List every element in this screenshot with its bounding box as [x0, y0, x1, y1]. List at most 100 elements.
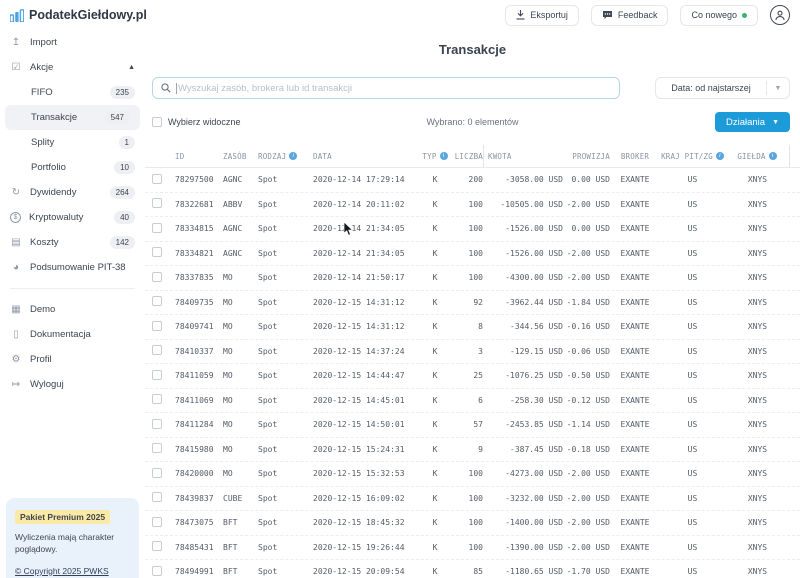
sidebar-item-transakcje[interactable]: Transakcje547 — [5, 105, 140, 130]
export-button[interactable]: Eksportuj — [505, 5, 579, 26]
transaction-row[interactable]: 78334821AGNCSpot2020-12-14 21:34:05K100-… — [145, 242, 800, 267]
transaction-row[interactable]: 78409741MOSpot2020-12-15 14:31:12K8-344.… — [145, 315, 800, 340]
row-checkbox[interactable] — [152, 345, 162, 355]
transaction-row[interactable]: 78337835MOSpot2020-12-14 21:50:17K100-43… — [145, 266, 800, 291]
transaction-row[interactable]: 78410337MOSpot2020-12-15 14:37:24K3-129.… — [145, 340, 800, 365]
cell-liczba: 92 — [445, 298, 483, 307]
cell-data: 2020-12-15 14:45:01 — [313, 396, 425, 405]
row-checkbox[interactable] — [152, 492, 162, 502]
cell-id: 78473075 — [175, 518, 223, 527]
row-checkbox[interactable] — [152, 247, 162, 257]
transaction-row[interactable]: 78334815AGNCSpot2020-12-14 21:34:05K100-… — [145, 217, 800, 242]
cell-rodzaj: Spot — [258, 371, 313, 380]
column-header-kraj-pit-zg[interactable]: KRAJ PIT/ZGi — [660, 145, 725, 167]
row-checkbox[interactable] — [152, 419, 162, 429]
column-header-rodzaj[interactable]: RODZAJi — [258, 145, 313, 167]
row-checkbox[interactable] — [152, 517, 162, 527]
cell-liczba: 85 — [445, 567, 483, 576]
row-checkbox[interactable] — [152, 198, 162, 208]
info-icon[interactable]: i — [716, 152, 724, 160]
search-box[interactable] — [152, 77, 620, 99]
sidebar-item-akcje[interactable]: ☑Akcje▲ — [0, 55, 145, 80]
sort-dropdown[interactable]: Data: od najstarszej ▼ — [655, 77, 790, 99]
copyright-link[interactable]: © Copyright 2025 PWKS — [15, 566, 109, 576]
cell-gie-da: XNYS — [725, 175, 790, 184]
column-header-liczba[interactable]: LICZBA — [445, 145, 483, 167]
cell-data: 2020-12-15 14:44:47 — [313, 371, 425, 380]
column-header-typ[interactable]: TYPi — [425, 145, 445, 167]
transaction-row[interactable]: 78411284MOSpot2020-12-15 14:50:01K57-245… — [145, 413, 800, 438]
feedback-button[interactable]: Feedback — [591, 5, 669, 26]
column-header-kwota[interactable]: KWOTA — [483, 145, 563, 167]
cell-kwota: -1076.25 USD — [483, 371, 563, 380]
cell-broker: EXANTE — [610, 469, 660, 478]
row-checkbox-cell — [152, 321, 175, 333]
sidebar-item-dokumentacja[interactable]: ▯Dokumentacja — [0, 322, 145, 347]
info-icon[interactable]: i — [769, 152, 777, 160]
cell-id: 78411059 — [175, 371, 223, 380]
column-header-broker[interactable]: BROKER — [610, 145, 660, 167]
transaction-row[interactable]: 78415980MOSpot2020-12-15 15:24:31K9-387.… — [145, 438, 800, 463]
transaction-row[interactable]: 78409735MOSpot2020-12-15 14:31:12K92-396… — [145, 291, 800, 316]
row-checkbox[interactable] — [152, 541, 162, 551]
count-badge: 547 — [105, 111, 130, 124]
column-header-label: BROKER — [621, 152, 649, 161]
sidebar-item-demo[interactable]: ▦Demo — [0, 297, 145, 322]
column-header-data[interactable]: DATA — [313, 145, 425, 167]
transaction-row[interactable]: 78439837CUBESpot2020-12-15 16:09:02K100-… — [145, 487, 800, 512]
row-checkbox[interactable] — [152, 443, 162, 453]
cell-kraj-pit-zg: US — [660, 249, 725, 258]
sidebar-item-splity[interactable]: Splity1 — [0, 130, 145, 155]
sidebar-item-wyloguj[interactable]: ↦Wyloguj — [0, 372, 145, 397]
cell-prowizja: -0.16 USD — [563, 322, 610, 331]
row-checkbox[interactable] — [152, 174, 162, 184]
sidebar-item-fifo[interactable]: FIFO235 — [0, 80, 145, 105]
row-checkbox[interactable] — [152, 272, 162, 282]
transaction-row[interactable]: 78411069MOSpot2020-12-15 14:45:01K6-258.… — [145, 389, 800, 414]
cell-data: 2020-12-15 20:09:54 — [313, 567, 425, 576]
whats-new-button[interactable]: Co nowego — [680, 5, 758, 26]
column-header-label: LICZBA — [455, 152, 483, 161]
row-checkbox[interactable] — [152, 468, 162, 478]
transaction-row[interactable]: 78494991BFTSpot2020-12-15 20:09:54K85-11… — [145, 560, 800, 578]
transaction-row[interactable]: 78322681ABBVSpot2020-12-14 20:11:02K100-… — [145, 193, 800, 218]
cell-rodzaj: Spot — [258, 518, 313, 527]
row-checkbox[interactable] — [152, 296, 162, 306]
sidebar-item-import[interactable]: ↥Import — [0, 30, 145, 55]
transaction-row[interactable]: 78473075BFTSpot2020-12-15 18:45:32K100-1… — [145, 511, 800, 536]
info-icon[interactable]: i — [289, 152, 297, 160]
sidebar-item-dywidendy[interactable]: ↻Dywidendy264 — [0, 180, 145, 205]
sidebar-item-podsumowanie-pit-38[interactable]: ◕Podsumowanie PIT-38 — [0, 255, 145, 280]
cell-zas-b: BFT — [223, 543, 258, 552]
cell-data: 2020-12-14 20:11:02 — [313, 200, 425, 209]
column-header-id[interactable]: ID — [175, 145, 223, 167]
sidebar-item-koszty[interactable]: ▤Koszty142 — [0, 230, 145, 255]
cell-typ: K — [425, 347, 445, 356]
sidebar-item-kryptowaluty[interactable]: $Kryptowaluty40 — [0, 205, 145, 230]
row-checkbox[interactable] — [152, 566, 162, 576]
row-checkbox[interactable] — [152, 223, 162, 233]
cell-rodzaj: Spot — [258, 249, 313, 258]
cell-gie-da: XNYS — [725, 445, 790, 454]
column-header-gie-da[interactable]: GIEŁDAi — [725, 145, 790, 167]
column-header-zas-b[interactable]: ZASÓB — [223, 145, 258, 167]
dividends-icon: ↻ — [10, 187, 22, 198]
sidebar-item-profil[interactable]: ⚙Profil — [0, 347, 145, 372]
brand[interactable]: PodatekGiełdowy.pl — [10, 8, 147, 22]
search-input[interactable] — [178, 83, 611, 94]
transaction-row[interactable]: 78420000MOSpot2020-12-15 15:32:53K100-42… — [145, 462, 800, 487]
cell-kwota: -1390.00 USD — [483, 543, 563, 552]
user-avatar-button[interactable] — [770, 5, 790, 25]
gear-icon: ⚙ — [10, 354, 22, 365]
transaction-row[interactable]: 78297500AGNCSpot2020-12-14 17:29:14K200-… — [145, 168, 800, 193]
transaction-row[interactable]: 78485431BFTSpot2020-12-15 19:26:44K100-1… — [145, 536, 800, 561]
actions-button[interactable]: Działania ▼ — [715, 112, 790, 132]
sidebar-item-portfolio[interactable]: Portfolio10 — [0, 155, 145, 180]
cell-id: 78411284 — [175, 420, 223, 429]
row-checkbox[interactable] — [152, 394, 162, 404]
transaction-row[interactable]: 78411059MOSpot2020-12-15 14:44:47K25-107… — [145, 364, 800, 389]
row-checkbox[interactable] — [152, 321, 162, 331]
row-checkbox[interactable] — [152, 370, 162, 380]
column-header-prowizja[interactable]: PROWIZJA — [563, 145, 610, 167]
cell-broker: EXANTE — [610, 200, 660, 209]
